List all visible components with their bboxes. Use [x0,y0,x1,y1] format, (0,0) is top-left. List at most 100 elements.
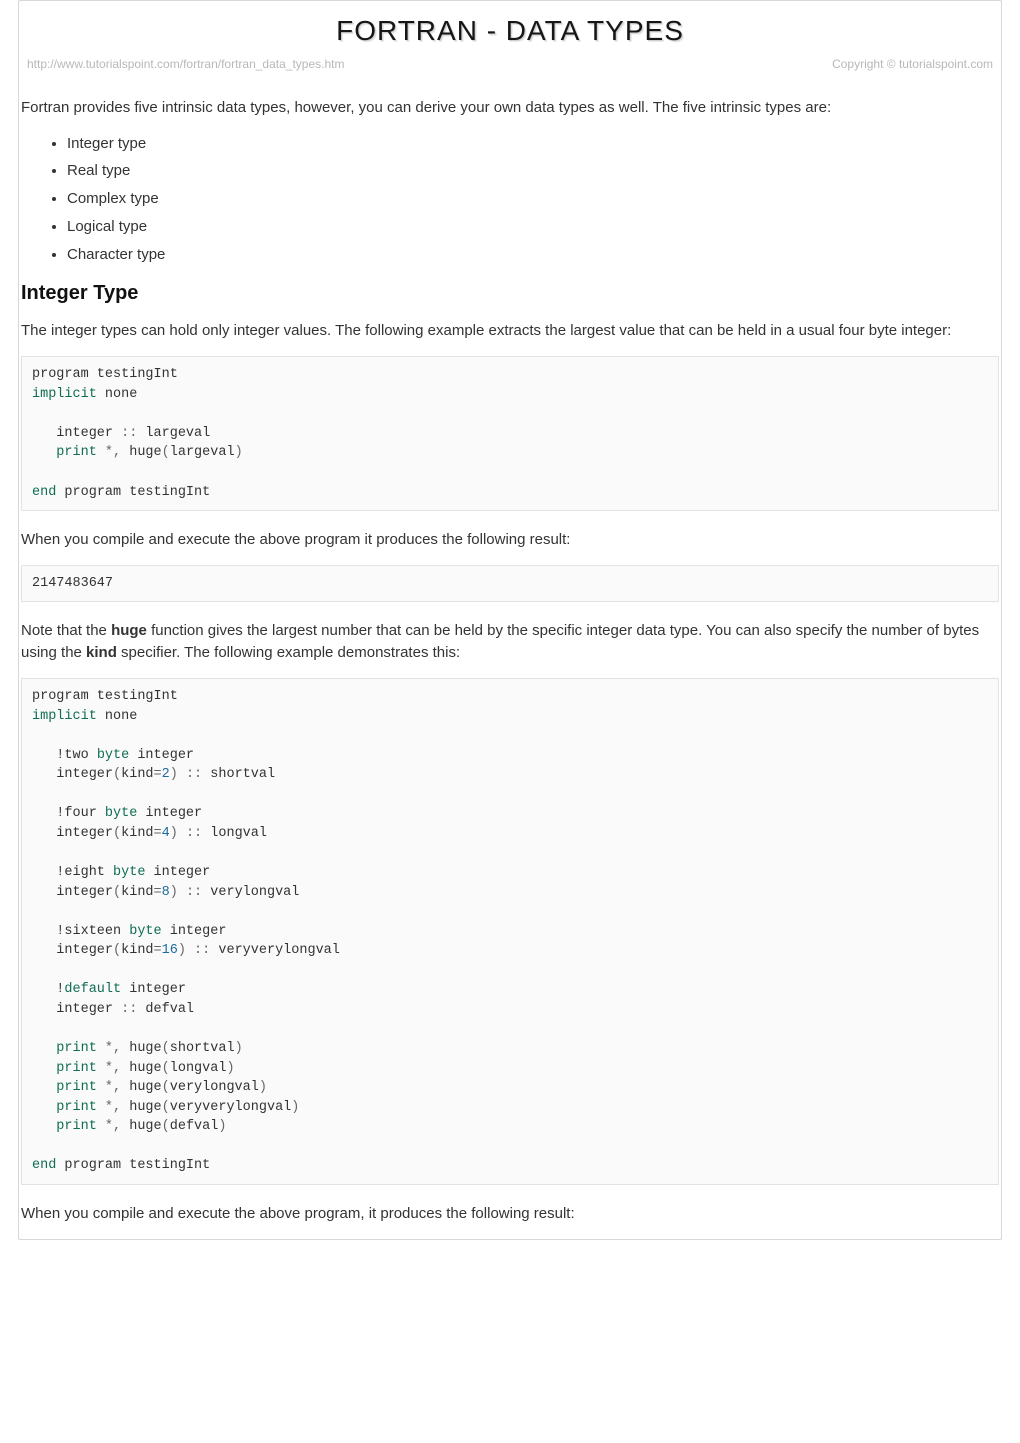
code-block-2: program testingInt implicit none !two by… [21,678,999,1185]
code-text: integer [32,426,121,441]
list-item: Real type [67,160,999,182]
code-keyword: print [32,1100,105,1115]
code-keyword: implicit [32,709,97,724]
code-text: ! [32,982,64,997]
code-text: program testingInt [32,367,178,382]
code-punc: ) [235,445,243,460]
code-keyword: print [32,445,105,460]
code-punc: = [154,943,162,958]
code-keyword: byte [129,924,161,939]
code-punc: ( [113,767,121,782]
code-punc: ) [235,1041,243,1056]
code-text: veryverylongval [170,1100,292,1115]
code-keyword: print [32,1080,105,1095]
result-intro-1: When you compile and execute the above p… [21,529,999,551]
note-text: specifier. The following example demonst… [117,644,460,661]
code-keyword: print [32,1119,105,1134]
code-text: largeval [137,426,210,441]
code-number: 16 [162,943,178,958]
code-block-1: program testingInt implicit none integer… [21,356,999,511]
code-text: integer [32,1002,121,1017]
code-keyword: end [32,1158,56,1173]
note-text: Note that the [21,622,111,639]
code-punc: ( [113,885,121,900]
code-text: integer [32,943,113,958]
code-punc: *, [105,445,121,460]
code-punc: :: [178,885,202,900]
note-bold-kind: kind [86,644,117,661]
code-punc: ( [162,1080,170,1095]
code-text: integer [145,865,210,880]
code-text: verylongval [202,885,299,900]
code-text: sixteen [64,924,129,939]
meta-row: http://www.tutorialspoint.com/fortran/fo… [19,56,1001,73]
code-text: huge [121,1041,162,1056]
code-text: two [64,748,96,763]
integer-paragraph: The integer types can hold only integer … [21,320,999,342]
code-text: longval [202,826,267,841]
code-text: largeval [170,445,235,460]
code-text: huge [121,1119,162,1134]
code-punc: ( [162,1100,170,1115]
code-keyword: default [64,982,121,997]
list-item: Integer type [67,133,999,155]
code-text: ! [32,748,64,763]
code-text: kind [121,826,153,841]
code-text: verylongval [170,1080,259,1095]
code-punc: ) [259,1080,267,1095]
code-text: integer [121,982,186,997]
code-punc: :: [178,767,202,782]
code-text: shortval [170,1041,235,1056]
code-punc: *, [105,1100,121,1115]
code-punc: = [154,885,162,900]
code-text: program testingInt [56,1158,210,1173]
code-text: ! [32,865,64,880]
code-text: shortval [202,767,275,782]
code-punc: ) [291,1100,299,1115]
code-text: huge [121,1080,162,1095]
note-paragraph: Note that the huge function gives the la… [21,620,999,664]
code-punc: ( [162,1119,170,1134]
code-punc: *, [105,1061,121,1076]
code-punc: ) [226,1061,234,1076]
code-punc: = [154,826,162,841]
code-text: integer [129,748,194,763]
code-text: integer [32,767,113,782]
code-text: ! [32,806,64,821]
code-text: huge [121,1100,162,1115]
page-title: FORTRAN - DATA TYPES [19,11,1001,52]
list-item: Complex type [67,188,999,210]
intrinsic-types-list: Integer type Real type Complex type Logi… [21,133,999,266]
code-punc: *, [105,1041,121,1056]
code-text: integer [137,806,202,821]
code-punc: :: [186,943,210,958]
code-number: 2 [162,767,170,782]
code-text: integer [32,826,113,841]
code-punc: :: [121,1002,137,1017]
code-number: 4 [162,826,170,841]
code-punc: ) [178,943,186,958]
code-keyword: byte [105,806,137,821]
code-punc: :: [121,426,137,441]
code-text: huge [121,445,162,460]
code-keyword: print [32,1041,105,1056]
list-item: Logical type [67,216,999,238]
code-keyword: byte [113,865,145,880]
source-url-link[interactable]: http://www.tutorialspoint.com/fortran/fo… [27,56,344,73]
code-text: none [97,387,138,402]
intro-paragraph: Fortran provides five intrinsic data typ… [21,97,999,119]
code-text: kind [121,943,153,958]
code-text: defval [137,1002,194,1017]
code-keyword: end [32,485,56,500]
code-text: none [97,709,138,724]
code-text: veryverylongval [210,943,340,958]
code-punc: *, [105,1119,121,1134]
code-punc: *, [105,1080,121,1095]
code-text: huge [121,1061,162,1076]
code-text: longval [170,1061,227,1076]
code-text: kind [121,767,153,782]
code-text: kind [121,885,153,900]
code-text: four [64,806,105,821]
code-text: eight [64,865,113,880]
code-keyword: byte [97,748,129,763]
